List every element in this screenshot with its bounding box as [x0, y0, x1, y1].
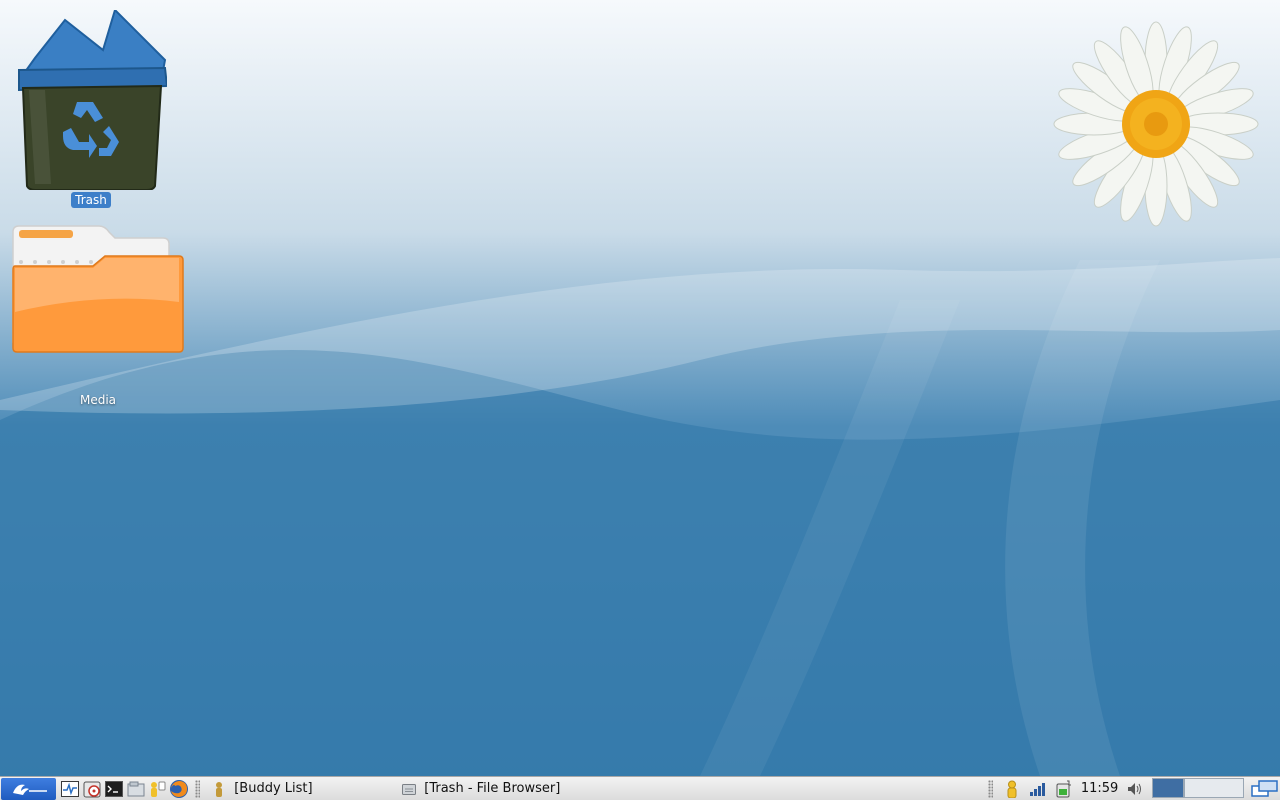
workspace-switcher — [1152, 777, 1245, 800]
system-monitor-launcher[interactable] — [60, 779, 80, 799]
task-trash-file-browser[interactable]: [Trash - File Browser] — [396, 778, 982, 800]
disc-burner-icon — [83, 781, 101, 797]
terminal-icon — [104, 780, 123, 797]
trash-desktop-icon[interactable]: Trash — [14, 10, 168, 208]
desktop[interactable]: Trash Media — [0, 0, 1280, 776]
firefox-launcher[interactable] — [169, 779, 189, 799]
workspace-2[interactable] — [1184, 777, 1245, 798]
workspace-1[interactable] — [1152, 777, 1185, 798]
system-tray: 11:59 — [999, 779, 1148, 799]
clock[interactable]: 11:59 — [1081, 781, 1118, 796]
messenger-icon — [151, 781, 166, 797]
main-menu-button[interactable] — [1, 777, 57, 800]
panel-handle[interactable] — [195, 779, 201, 798]
show-desktop-icon — [1251, 779, 1278, 797]
show-desktop-button[interactable] — [1250, 779, 1280, 799]
bottom-panel: [Buddy List] [Trash - File Browser] 11:5… — [0, 776, 1280, 800]
file-manager-launcher[interactable] — [126, 779, 146, 799]
drive-icon — [402, 781, 417, 797]
trash-icon — [18, 10, 167, 190]
trash-label: Trash — [71, 192, 111, 208]
network-signal-icon[interactable] — [1028, 779, 1048, 799]
tray-handle[interactable] — [987, 779, 993, 798]
task-label: [Buddy List] — [234, 781, 313, 796]
media-label: Media — [79, 393, 117, 407]
messenger-launcher[interactable] — [148, 779, 168, 799]
task-label: [Trash - File Browser] — [424, 781, 561, 796]
main-menu-icon — [12, 784, 47, 795]
system-monitor-icon — [61, 780, 80, 797]
pidgin-status-icon[interactable] — [1002, 779, 1022, 799]
firefox-icon — [170, 779, 189, 798]
file-manager-icon — [127, 781, 145, 796]
volume-icon[interactable] — [1125, 779, 1145, 799]
media-desktop-icon[interactable]: Media — [0, 222, 194, 408]
disc-burner-launcher[interactable] — [82, 779, 102, 799]
buddy-icon — [212, 781, 226, 797]
battery-icon[interactable] — [1054, 779, 1074, 799]
folder-icon — [12, 225, 184, 353]
task-buddy-list[interactable]: [Buddy List] — [206, 778, 396, 800]
terminal-launcher[interactable] — [104, 779, 124, 799]
